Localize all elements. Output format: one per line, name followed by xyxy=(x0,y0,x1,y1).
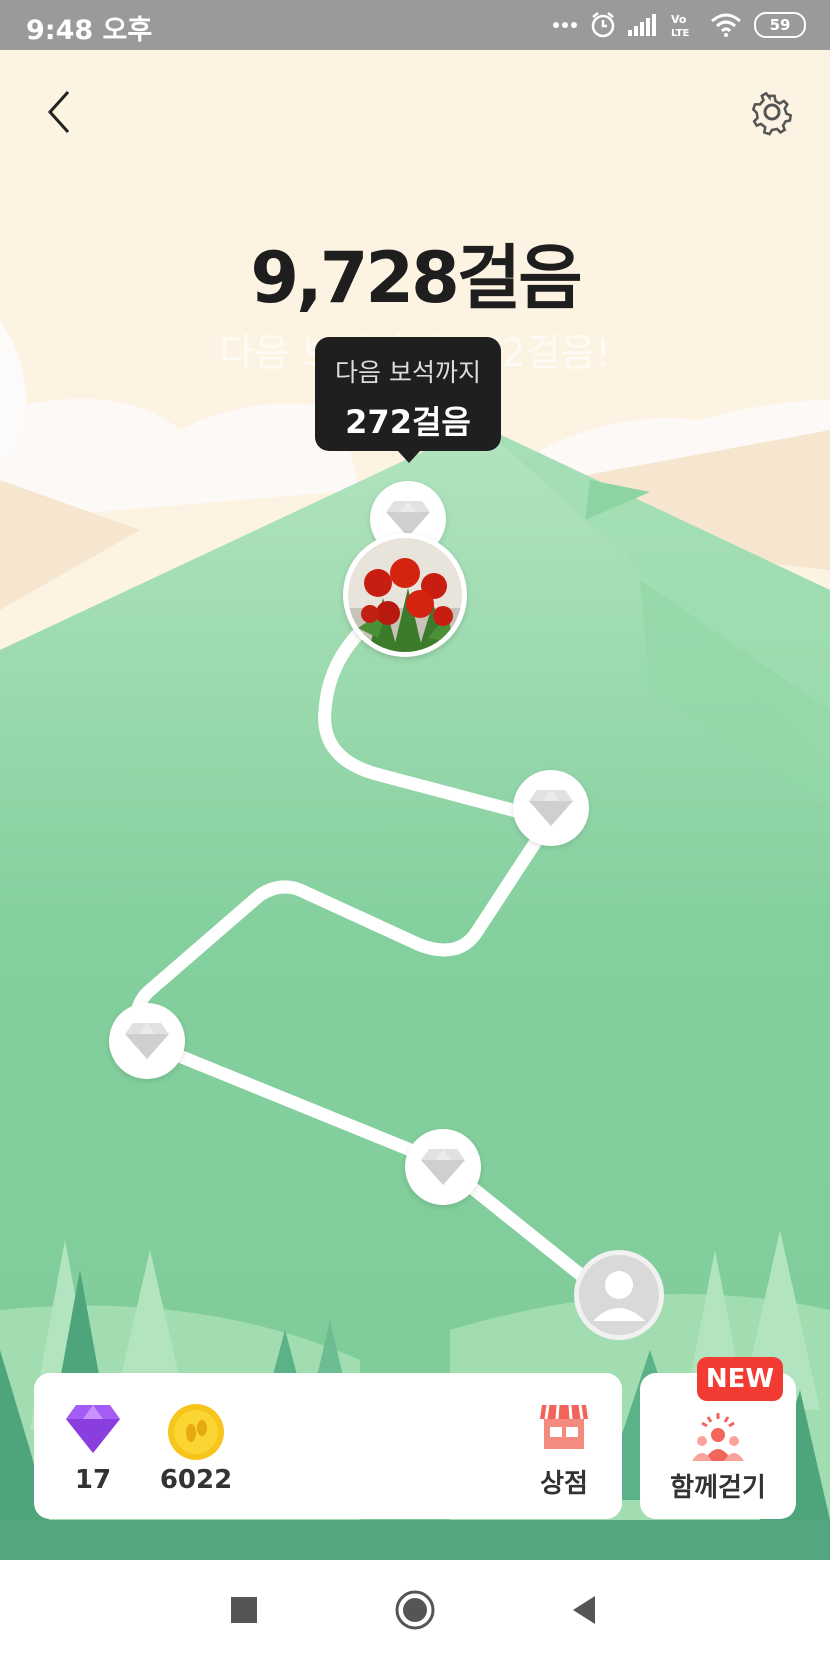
alarm-icon xyxy=(591,12,615,38)
signal-icon xyxy=(628,14,656,36)
gem-icon xyxy=(529,790,573,826)
gem-icon xyxy=(421,1149,465,1185)
user-icon xyxy=(593,1271,645,1321)
new-badge: NEW xyxy=(697,1357,783,1401)
tooltip-title: 다음 보석까지 xyxy=(335,358,481,387)
next-gem-tooltip: 다음 보석까지 272걸음 xyxy=(315,337,501,463)
back-button[interactable] xyxy=(36,84,84,140)
gem-count: 17 xyxy=(74,1465,112,1495)
purple-gem-icon xyxy=(66,1405,120,1453)
settings-button[interactable] xyxy=(748,84,796,140)
home-button[interactable] xyxy=(393,1588,437,1632)
tooltip-value: 272걸음 xyxy=(345,403,471,441)
status-icons: Vo LTE 59 xyxy=(552,8,806,42)
shop-button[interactable]: 상점 xyxy=(524,1401,604,1500)
coin-count: 6022 xyxy=(159,1465,233,1495)
home-circle-icon xyxy=(395,1590,435,1630)
recents-square-icon xyxy=(231,1597,257,1623)
coin-balance[interactable]: 6022 xyxy=(151,1403,241,1495)
gem-balance[interactable]: 17 xyxy=(48,1403,138,1495)
store-icon xyxy=(540,1404,588,1449)
gem-icon xyxy=(125,1023,169,1059)
footprint-coin-icon xyxy=(168,1404,224,1460)
gem-node-collected[interactable] xyxy=(513,770,589,846)
chevron-left-icon xyxy=(47,90,70,134)
svg-text:LTE: LTE xyxy=(671,28,690,37)
svg-text:Vo: Vo xyxy=(671,13,687,26)
walk-together-label: 함께걷기 xyxy=(670,1473,766,1503)
back-nav-button[interactable] xyxy=(563,1588,607,1632)
volte-icon: Vo LTE xyxy=(671,13,690,37)
avatar-photo[interactable] xyxy=(343,533,467,657)
status-time: 9:48 오후 xyxy=(26,15,153,46)
flower-photo xyxy=(348,538,462,652)
system-nav-bar xyxy=(0,1560,830,1660)
step-count: 9,728걸음 xyxy=(250,237,582,319)
start-user-node[interactable] xyxy=(574,1250,664,1340)
wifi-icon xyxy=(711,13,741,37)
gear-icon xyxy=(751,91,793,136)
recents-button[interactable] xyxy=(222,1588,266,1632)
currency-card: 17 6022 상점 xyxy=(34,1373,622,1519)
walk-together-button[interactable]: NEW 함께걷기 xyxy=(640,1357,796,1519)
back-triangle-icon xyxy=(573,1596,595,1624)
status-bar: 9:48 오후 Vo LTE 59 xyxy=(0,0,830,50)
battery-icon: 59 xyxy=(754,12,806,38)
shop-label: 상점 xyxy=(540,1469,588,1499)
more-dots-icon xyxy=(553,22,577,28)
gem-node-collected[interactable] xyxy=(109,1003,185,1079)
group-people-icon xyxy=(692,1413,744,1461)
gem-node-collected[interactable] xyxy=(405,1129,481,1205)
